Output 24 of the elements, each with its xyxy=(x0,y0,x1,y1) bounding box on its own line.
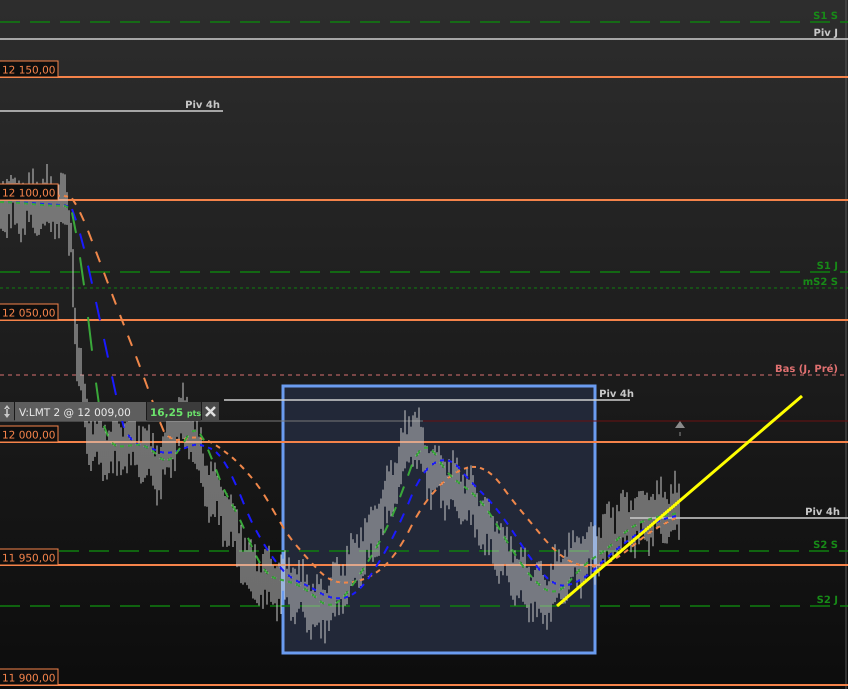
level-line[interactable] xyxy=(59,550,848,552)
close-button[interactable] xyxy=(202,402,219,421)
price-label: 11 900,00 xyxy=(0,668,58,686)
level-label: S2 S xyxy=(813,540,838,551)
price-label: 12 150,00 xyxy=(0,60,58,78)
price-label: 12 000,00 xyxy=(0,426,58,442)
price-label: 12 100,00 xyxy=(0,184,58,200)
level-label: mS2 S xyxy=(802,277,838,288)
order-profit-tag: 16,25 pts xyxy=(147,402,202,421)
order-drag-handle[interactable] xyxy=(0,402,14,421)
arrow-up-icon xyxy=(675,421,685,436)
level-label: Piv 4h xyxy=(805,507,840,518)
level-label: S1 J xyxy=(816,261,838,272)
level-line[interactable] xyxy=(0,605,848,607)
order-price-tag[interactable]: V:LMT 2 @ 12 009,00 xyxy=(15,402,146,421)
level-label: Bas (J, Pré) xyxy=(775,364,838,375)
price-label: 12 050,00 xyxy=(0,304,58,320)
level-label: S1 S xyxy=(813,11,838,22)
level-label: S2 J xyxy=(816,595,838,606)
price-level-line[interactable] xyxy=(0,564,848,566)
level-label: Piv 4h xyxy=(599,389,634,400)
price-label: 11 950,00 xyxy=(0,548,58,566)
level-label: Piv 4h xyxy=(185,100,220,111)
level-label: Piv J xyxy=(814,28,838,39)
